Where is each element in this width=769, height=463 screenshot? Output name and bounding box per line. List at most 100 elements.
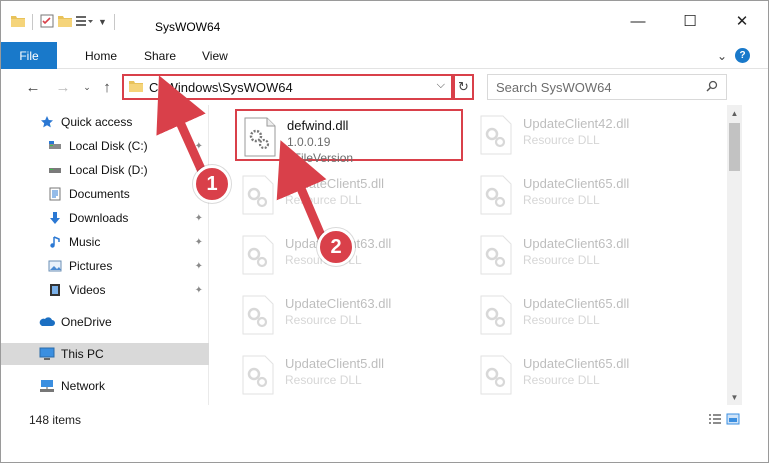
sidebar-item-label: Network <box>61 379 106 393</box>
address-path[interactable]: C:\Windows\SysWOW64 <box>149 80 293 95</box>
large-icons-view-icon[interactable] <box>726 413 740 428</box>
file-name: defwind.dll <box>287 118 349 133</box>
address-dropdown-icon[interactable]: ⌵ <box>437 79 445 92</box>
file-description: Resource DLL <box>523 313 600 327</box>
divider <box>32 14 33 30</box>
search-box[interactable]: Search SysWOW64 <box>487 74 727 100</box>
divider <box>113 14 115 30</box>
sidebar-item-label: This PC <box>61 347 104 361</box>
customize-toolbar-icon[interactable] <box>76 15 94 30</box>
quick-access-toolbar: ▼ <box>11 12 118 32</box>
drive-icon <box>47 162 63 178</box>
tab-file[interactable]: File <box>1 42 57 69</box>
sidebar-item-local-disk-d[interactable]: Local Disk (D:) ✦ <box>1 159 209 181</box>
dll-file-icon <box>243 117 277 157</box>
expand-ribbon-icon[interactable]: ⌄ <box>717 49 727 63</box>
file-name: UpdateClient65.dll <box>523 356 630 371</box>
sidebar-item-videos[interactable]: Videos ✦ <box>1 279 209 301</box>
properties-icon[interactable] <box>40 14 54 31</box>
explorer-window: ▼ SysWOW64 — ☐ ✕ File Home Share View ⌄ … <box>0 0 769 463</box>
search-input[interactable]: Search SysWOW64 <box>496 80 706 95</box>
up-button[interactable]: ↑ <box>97 77 117 97</box>
file-item[interactable]: UpdateClient65.dll Resource DLL <box>473 289 701 341</box>
navigation-pane: Quick access Local Disk (C:) ✦ Local Dis… <box>1 105 209 405</box>
address-bar[interactable]: C:\Windows\SysWOW64 ⌵ <box>122 74 453 100</box>
file-description: Resource DLL <box>523 373 600 387</box>
file-name: UpdateClient63.dll <box>285 296 392 311</box>
dll-file-icon <box>241 175 275 215</box>
pin-icon: ✦ <box>194 212 203 224</box>
file-description: Resource DLL <box>523 253 600 267</box>
refresh-button[interactable]: ↻ <box>453 74 474 100</box>
file-name: UpdateClient42.dll <box>523 116 630 131</box>
file-item[interactable]: UpdateClient5.dll Resource DLL <box>235 349 463 401</box>
details-view-icon[interactable] <box>708 413 722 428</box>
dll-file-icon <box>241 295 275 335</box>
sidebar-item-this-pc[interactable]: This PC <box>1 343 209 365</box>
file-item[interactable]: UpdateClient42.dll Resource DLL <box>473 109 701 161</box>
new-folder-icon[interactable] <box>58 15 72 30</box>
help-icon[interactable]: ? <box>735 48 750 63</box>
sidebar-item-label: Downloads <box>69 211 129 225</box>
step-badge-1: 1 <box>193 165 231 203</box>
downloads-icon <box>47 210 63 226</box>
sidebar-item-label: Pictures <box>69 259 113 273</box>
folder-icon <box>129 80 143 95</box>
step-badge-2: 2 <box>317 228 355 266</box>
search-icon[interactable] <box>706 80 718 95</box>
file-item[interactable]: UpdateClient63.dll Resource DLL <box>473 229 701 281</box>
sidebar-item-label: Documents <box>69 187 130 201</box>
back-button[interactable]: ← <box>23 77 43 97</box>
scroll-down-icon[interactable]: ▼ <box>727 389 742 405</box>
file-item[interactable]: UpdateClient65.dll Resource DLL <box>473 349 701 401</box>
file-item[interactable]: UpdateClient65.dll Resource DLL <box>473 169 701 221</box>
dll-file-icon <box>479 295 513 335</box>
pin-icon: ✦ <box>194 140 203 152</box>
sidebar-item-documents[interactable]: Documents ✦ <box>1 183 209 205</box>
sidebar-item-local-disk-c[interactable]: Local Disk (C:) ✦ <box>1 135 209 157</box>
sidebar-item-label: Music <box>69 235 101 249</box>
close-button[interactable]: ✕ <box>716 1 768 41</box>
forward-button[interactable]: → <box>53 77 73 97</box>
tab-view[interactable]: View <box>202 42 228 69</box>
tab-share[interactable]: Share <box>144 42 176 69</box>
file-item-defwind[interactable]: defwind.dll 1.0.0.19 8FileVersion <box>235 109 463 165</box>
file-item[interactable]: UpdateClient5.dll Resource DLL <box>235 169 463 221</box>
sidebar-item-label: Local Disk (C:) <box>69 139 148 153</box>
maximize-button[interactable]: ☐ <box>664 1 716 41</box>
documents-icon <box>47 186 63 202</box>
sidebar-item-music[interactable]: Music ✦ <box>1 231 209 253</box>
file-name: UpdateClient65.dll <box>523 176 630 191</box>
pin-icon: ✦ <box>194 284 203 296</box>
file-version: 1.0.0.19 <box>287 135 331 149</box>
dll-file-icon <box>479 115 513 155</box>
file-name: UpdateClient5.dll <box>285 356 385 371</box>
tab-home[interactable]: Home <box>85 42 117 69</box>
network-icon <box>39 378 55 394</box>
file-item[interactable]: UpdateClient63.dll Resource DLL <box>235 289 463 341</box>
star-icon <box>39 114 55 130</box>
file-description: 8FileVersion <box>287 151 354 165</box>
minimize-button[interactable]: — <box>612 1 664 41</box>
status-bar: 148 items <box>1 409 768 431</box>
scroll-up-icon[interactable]: ▲ <box>727 105 742 121</box>
sidebar-item-downloads[interactable]: Downloads ✦ <box>1 207 209 229</box>
file-description: Resource DLL <box>523 193 600 207</box>
file-description: Resource DLL <box>523 133 600 147</box>
sidebar-item-pictures[interactable]: Pictures ✦ <box>1 255 209 277</box>
videos-icon <box>47 282 63 298</box>
window-title: SysWOW64 <box>155 20 221 34</box>
dll-file-icon <box>479 175 513 215</box>
dll-file-icon <box>241 355 275 395</box>
toolbar-dropdown-icon[interactable]: ▼ <box>98 17 107 27</box>
sidebar-item-quick-access[interactable]: Quick access <box>1 111 209 133</box>
vertical-scrollbar[interactable]: ▲ ▼ <box>727 105 742 405</box>
sidebar-item-network[interactable]: Network <box>1 375 209 397</box>
sidebar-item-onedrive[interactable]: OneDrive <box>1 311 209 333</box>
recent-locations-icon[interactable]: ⌄ <box>77 77 97 97</box>
sidebar-item-label: OneDrive <box>61 315 112 329</box>
dll-file-icon <box>479 355 513 395</box>
file-name: UpdateClient5.dll <box>285 176 385 191</box>
scroll-thumb[interactable] <box>729 123 740 171</box>
folder-icon <box>11 15 25 30</box>
